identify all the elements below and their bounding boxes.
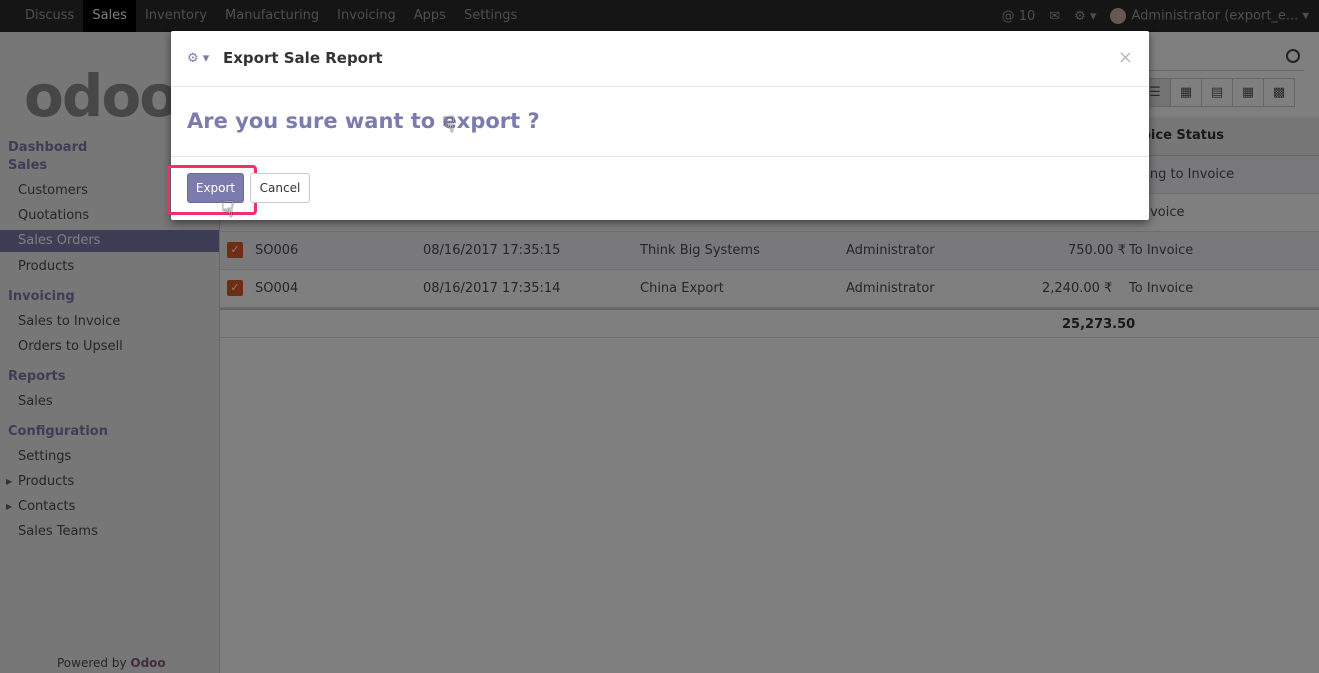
dialog-title: Export Sale Report <box>223 49 383 67</box>
hand-cursor-icon: ☟ <box>442 113 456 138</box>
dialog-footer: Export Cancel ☟ <box>167 158 1149 223</box>
export-button[interactable]: Export <box>187 173 244 203</box>
export-dialog: ⚙ ▾ Export Sale Report × Are you sure wa… <box>167 31 1149 223</box>
dialog-body: Are you sure want to export ? ☟ <box>171 87 1149 157</box>
confirm-question: Are you sure want to export ? <box>187 109 540 133</box>
debug-bug-icon[interactable]: ⚙ ▾ <box>187 51 209 66</box>
hand-cursor-icon: ☟ <box>221 198 235 223</box>
dialog-header: ⚙ ▾ Export Sale Report × <box>171 31 1149 87</box>
close-icon[interactable]: × <box>1118 47 1133 68</box>
cancel-button[interactable]: Cancel <box>250 173 310 203</box>
